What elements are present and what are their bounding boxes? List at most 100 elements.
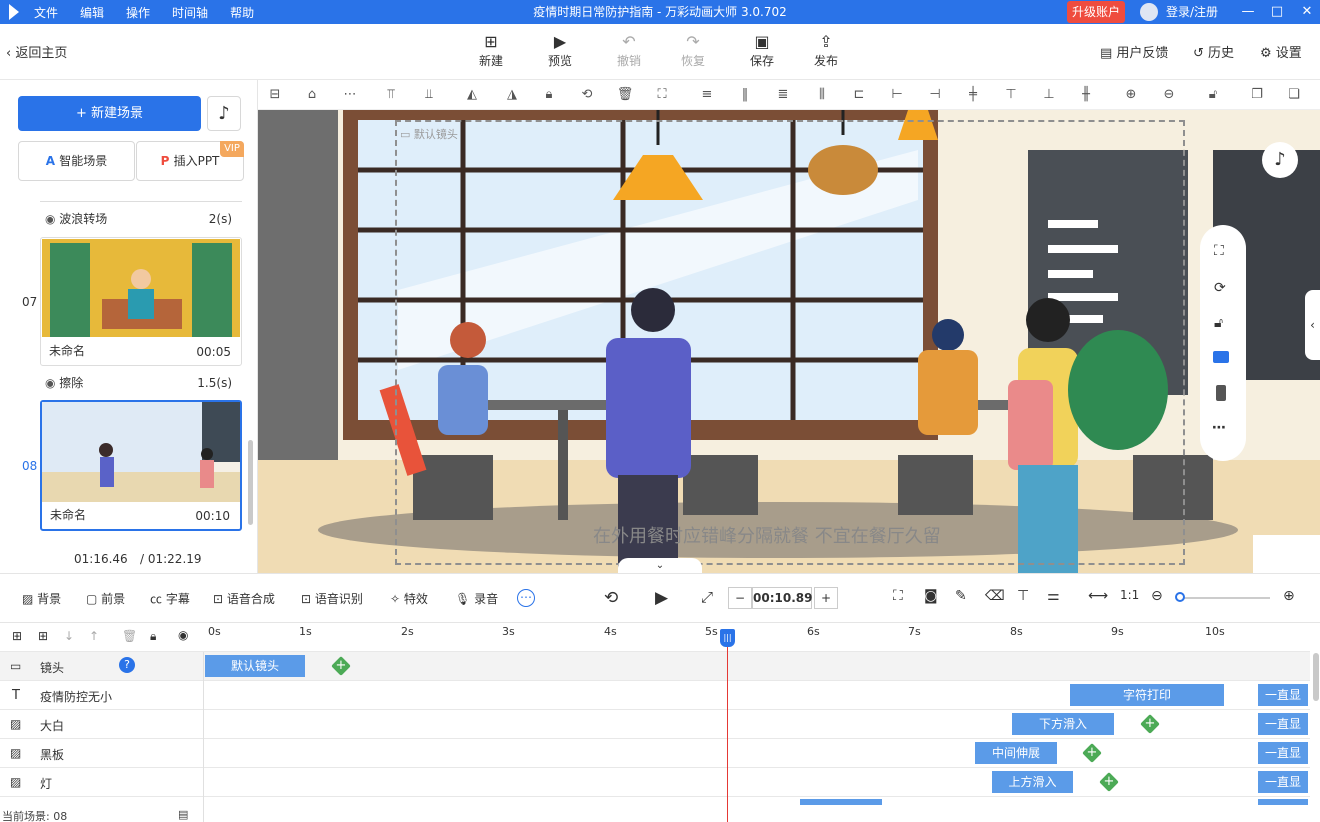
- ruler-icon[interactable]: ⊟: [266, 86, 284, 104]
- background-tool[interactable]: ▨ 背景: [22, 590, 61, 607]
- copy-icon[interactable]: ❐: [1248, 86, 1266, 104]
- transition-item[interactable]: ◉ 波浪转场 2(s): [45, 209, 235, 229]
- smart-scene-button[interactable]: A 智能场景: [18, 141, 135, 181]
- erase-icon[interactable]: ⌫: [985, 588, 1005, 604]
- music-note-icon[interactable]: ♪: [1262, 142, 1298, 178]
- close-icon[interactable]: ✕: [1297, 0, 1317, 24]
- zoom-slider[interactable]: [1178, 597, 1270, 599]
- minimize-icon[interactable]: —: [1238, 0, 1258, 24]
- rotate-icon[interactable]: ⟲: [578, 86, 596, 104]
- more-circle-icon[interactable]: ⋯: [341, 86, 359, 104]
- login-link[interactable]: 登录/注册: [1166, 0, 1218, 24]
- redo-button[interactable]: ↷ 恢复: [669, 32, 717, 74]
- animation-block[interactable]: 一直显: [1258, 713, 1308, 735]
- distribute-icon[interactable]: ≣: [774, 86, 792, 104]
- feedback-button[interactable]: ▤ 用户反馈: [1100, 42, 1168, 61]
- delete-icon[interactable]: 🗑︎: [122, 629, 137, 643]
- top-icon[interactable]: ⊤: [1002, 86, 1020, 104]
- tts-tool[interactable]: ⊡ 语音合成: [213, 590, 275, 607]
- eye-icon[interactable]: ◉: [178, 628, 188, 642]
- paste-icon[interactable]: ❏: [1285, 86, 1303, 104]
- align-left-icon[interactable]: ⊢: [888, 86, 906, 104]
- caption-tool[interactable]: ㏄ 字幕: [150, 590, 190, 607]
- align-hcenter-icon[interactable]: ≡: [698, 86, 716, 104]
- spacing-icon[interactable]: ⊏: [850, 86, 868, 104]
- effects-tool[interactable]: ✧ 特效: [390, 590, 428, 607]
- maximize-icon[interactable]: □: [1267, 0, 1287, 24]
- zoom-in-icon[interactable]: ⊕: [1283, 588, 1295, 604]
- back-home-button[interactable]: ‹ 返回主页: [6, 42, 67, 61]
- bottom-icon[interactable]: ⊥: [1040, 86, 1058, 104]
- align-vcenter-icon[interactable]: ‖: [736, 86, 754, 104]
- phone-icon[interactable]: [1216, 385, 1226, 401]
- edit-icon[interactable]: ✎: [955, 588, 967, 604]
- settings-sliders-icon[interactable]: ⚌: [1047, 588, 1060, 604]
- animation-block[interactable]: 字符打印: [1070, 684, 1224, 706]
- help-icon[interactable]: ?: [119, 657, 135, 673]
- scene-thumbnail-selected[interactable]: 未命名 00:10: [40, 400, 242, 531]
- zoom-in-icon[interactable]: ⊕: [1122, 86, 1140, 104]
- unlock-icon[interactable]: 🔓︎: [1214, 315, 1223, 331]
- crop-icon[interactable]: ⛶: [653, 86, 671, 104]
- playhead-handle[interactable]: |||: [720, 629, 735, 647]
- preview-button[interactable]: ▶ 预览: [536, 32, 584, 74]
- layer-row-camera[interactable]: [0, 652, 1310, 681]
- play-icon[interactable]: ▶: [655, 588, 668, 608]
- fullscreen-icon[interactable]: ⤢: [701, 588, 713, 606]
- add-animation-icon[interactable]: +: [1099, 772, 1119, 792]
- fit-screen-icon[interactable]: ⛶: [1214, 243, 1224, 259]
- move-up-icon[interactable]: ↑: [89, 629, 99, 643]
- animation-block[interactable]: 一直显: [1258, 684, 1308, 706]
- time-plus-button[interactable]: +: [814, 587, 838, 609]
- monitor-icon[interactable]: [1213, 351, 1229, 363]
- animation-block[interactable]: 一直显: [1258, 771, 1308, 793]
- more-icon[interactable]: ⋯: [1212, 420, 1226, 436]
- rotate-icon[interactable]: ⟳: [1214, 280, 1226, 296]
- upgrade-button[interactable]: 升级账户: [1067, 1, 1125, 23]
- timeline-scrollbar[interactable]: [1313, 653, 1319, 701]
- settings-button[interactable]: ⚙ 设置: [1260, 42, 1302, 61]
- record-tool[interactable]: 🎙︎ 录音: [455, 590, 498, 607]
- undo-button[interactable]: ↶ 撤销: [605, 32, 653, 74]
- time-ruler[interactable]: 0s 1s 2s 3s 4s 5s 6s 7s 8s 9s 10s: [204, 623, 1310, 652]
- unlock-icon[interactable]: 🔓︎: [1204, 86, 1222, 104]
- add-animation-icon[interactable]: +: [1082, 743, 1102, 763]
- stage-canvas[interactable]: ▭ 默认镜头 在外用餐时应错峰分隔就餐 不宜在餐厅久留 ♪ ⛶ ⟳ 🔓︎ ⋯ ‹…: [258, 110, 1320, 573]
- avatar[interactable]: [1140, 3, 1158, 21]
- transition-item[interactable]: ◉ 擦除 1.5(s): [45, 373, 235, 393]
- add-layer-icon[interactable]: ⊞: [12, 629, 22, 643]
- align-bottom-icon[interactable]: ⫫: [420, 86, 438, 104]
- scene-thumbnail[interactable]: 未命名 00:05: [40, 237, 242, 366]
- flip-vertical-icon[interactable]: ◮: [503, 86, 521, 104]
- foreground-tool[interactable]: ▢ 前景: [86, 590, 125, 607]
- lock-icon[interactable]: 🔒︎: [150, 629, 156, 644]
- animation-block[interactable]: 默认镜头: [205, 655, 305, 677]
- add-folder-icon[interactable]: ⊞: [38, 629, 48, 643]
- align-top-icon[interactable]: ⫪: [382, 86, 400, 104]
- animation-block-partial[interactable]: [800, 799, 882, 805]
- one-to-one-icon[interactable]: 1:1: [1120, 588, 1139, 602]
- animation-block[interactable]: 中间伸展: [975, 742, 1057, 764]
- zoom-out-icon[interactable]: ⊖: [1151, 588, 1163, 604]
- animation-block[interactable]: 下方滑入: [1012, 713, 1114, 735]
- animation-block[interactable]: 上方滑入: [992, 771, 1073, 793]
- time-minus-button[interactable]: −: [728, 587, 752, 609]
- align-right-icon[interactable]: ⊣: [926, 86, 944, 104]
- panel-scrollbar[interactable]: [248, 440, 253, 525]
- middle-icon[interactable]: ╫: [1077, 86, 1095, 104]
- flip-horizontal-icon[interactable]: ◭: [463, 86, 481, 104]
- publish-button[interactable]: ⇪ 发布: [802, 32, 850, 74]
- notes-icon[interactable]: ▤: [178, 808, 188, 821]
- thumbnail-toggle[interactable]: [1253, 535, 1320, 573]
- music-button[interactable]: ♪: [207, 96, 241, 131]
- history-button[interactable]: ↺ 历史: [1193, 42, 1234, 61]
- add-animation-icon[interactable]: +: [331, 656, 351, 676]
- delete-icon[interactable]: 🗑︎: [616, 86, 634, 104]
- save-button[interactable]: ▣ 保存: [738, 32, 786, 74]
- time-input[interactable]: 00:10.89: [752, 587, 812, 609]
- collapse-timeline-button[interactable]: ⌄: [618, 558, 702, 573]
- speech-recognition-tool[interactable]: ⊡ 语音识别: [301, 590, 363, 607]
- zoom-slider-handle[interactable]: [1175, 592, 1185, 602]
- collapse-panel-button[interactable]: ‹: [1305, 290, 1320, 360]
- camera-frame[interactable]: [395, 120, 1185, 565]
